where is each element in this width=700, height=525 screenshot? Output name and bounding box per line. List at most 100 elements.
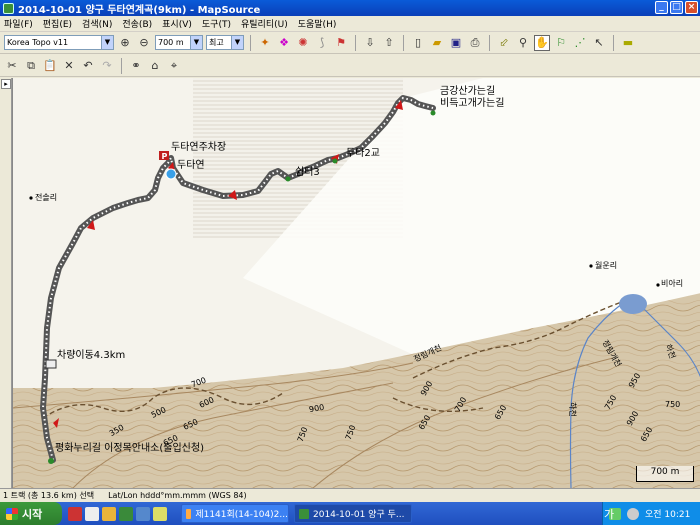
selection-tool-icon[interactable]: ⬃ [496,35,512,51]
cut-icon[interactable]: ✂ [4,58,20,74]
hand-pan-icon[interactable]: ✋ [534,34,550,51]
route-tool-icon[interactable]: ❖ [276,35,292,51]
toolbar-divider [250,34,251,51]
waypoint-tool-icon[interactable]: ✦ [257,35,273,51]
contour-label: 750 [665,400,681,409]
zoom-out-icon[interactable]: ⊖ [136,35,152,51]
quick-launch-app-icon[interactable] [68,506,82,521]
label-dutayeon: 두타연 [177,160,205,171]
toolbar-divider [489,34,490,51]
route-nodes-icon[interactable]: ⋰ [572,35,588,51]
toolbar-divider [121,57,122,74]
map-scale: 700 m [636,466,694,482]
menu-file[interactable]: 파일(F) [4,17,33,30]
measure-ruler-icon[interactable]: ▬ [620,35,636,51]
window-title: 2014-10-01 양구 두타연계곡(9km) - MapSource [18,4,261,16]
left-panel-toggle: ▸ [0,78,12,488]
waypoint-marker[interactable] [285,176,291,182]
quick-launch-app-icon[interactable] [136,506,150,521]
find-recent-icon[interactable]: ⌖ [166,58,182,74]
track-draw-icon[interactable]: ⚑ [333,35,349,51]
minimize-button[interactable]: _ [655,1,668,14]
map-product-select[interactable]: Korea Topo v11 ▼ [4,35,114,50]
quick-launch-app-icon[interactable] [119,506,133,521]
detail-select[interactable]: 최고 ▼ [206,35,244,50]
menu-transfer[interactable]: 전송(B) [122,17,152,30]
receive-from-device-icon[interactable]: ⇩ [362,35,378,51]
mapsource-app-icon [3,2,14,14]
track-tool-icon[interactable]: ✺ [295,35,311,51]
find-binoculars-icon[interactable]: ⚭ [128,58,144,74]
label-route-end-2: 비득고개가는길 [440,98,505,109]
chevron-down-icon: ▼ [231,36,243,49]
map-view[interactable]: P 금강산가는길 비득고개가는길 두타연주차장 두타연 두타2교 쉼터3 전솔리… [12,78,700,488]
quick-launch-app-icon[interactable] [153,506,167,521]
menu-view[interactable]: 표시(V) [162,17,192,30]
window-controls: _ □ × [655,1,698,14]
menu-utilities[interactable]: 유틸리티(U) [241,17,288,30]
copy-icon[interactable]: ⧉ [23,58,39,74]
zoom-in-icon[interactable]: ⊕ [117,35,133,51]
title-bar: 2014-10-01 양구 두타연계곡(9km) - MapSource _ □… [0,0,700,16]
send-to-device-icon[interactable]: ⇧ [381,35,397,51]
quick-launch [68,506,167,521]
toolbar-divider [613,34,614,51]
volume-icon[interactable] [627,507,639,520]
status-selection: 1 트랙 (총 13.6 km) 선택 [3,491,95,500]
menu-help[interactable]: 도움말(H) [298,17,337,30]
maximize-button[interactable]: □ [670,1,683,14]
waypoint-flag-icon[interactable]: ⚐ [553,35,569,51]
windows-taskbar: 시작 제1141회(14-104)2... 2014-10-01 양구 두...… [0,502,700,525]
menu-tools[interactable]: 도구(T) [202,17,231,30]
start-label: 시작 [22,507,43,521]
label-rest: 쉼터3 [295,167,320,178]
status-bar: 1 트랙 (총 13.6 km) 선택 Lat/Lon hddd°mm.mmm … [0,488,700,502]
pointer-icon[interactable]: ↖ [591,35,607,51]
start-button[interactable]: 시작 [0,502,62,525]
toolbar-divider [403,34,404,51]
zoom-tool-icon[interactable]: ⚲ [515,35,531,51]
toolbar-divider [355,34,356,51]
undo-icon[interactable]: ↶ [80,58,96,74]
route-draw-icon[interactable]: ⟆ [314,35,330,51]
lake [619,294,647,314]
menu-edit[interactable]: 편집(E) [43,17,72,30]
car-icon[interactable] [45,359,57,369]
stream-label: 하천 [567,402,577,417]
zoom-level-select[interactable]: 700 m ▼ [155,35,203,50]
waypoint-marker[interactable] [48,458,54,464]
folder-icon [186,508,192,519]
save-icon[interactable]: ▣ [448,35,464,51]
waypoint-marker[interactable] [332,158,338,164]
taskbar-item-mapsource[interactable]: 2014-10-01 양구 두... [294,504,412,523]
redo-icon[interactable]: ↷ [99,58,115,74]
menu-search[interactable]: 검색(N) [82,17,112,30]
detail-value: 최고 [209,38,224,47]
quick-launch-app-icon[interactable] [102,506,116,521]
village-dot [29,196,33,200]
panel-expand-icon[interactable]: ▸ [1,79,11,89]
label-dutagyo: 두타2교 [346,148,380,159]
ime-indicator[interactable]: 가 [598,503,620,524]
village-dot [656,283,660,287]
chevron-down-icon: ▼ [190,36,202,49]
windows-flag-icon [6,507,18,520]
svg-text:P: P [162,152,168,161]
map-product-value: Korea Topo v11 [7,38,69,47]
label-car-move: 차량이동4.3km [57,350,126,361]
find-places-icon[interactable]: ⌂ [147,58,163,74]
open-folder-icon[interactable]: ▰ [429,35,445,51]
waypoint-marker[interactable] [430,110,436,116]
quick-launch-app-icon[interactable] [85,506,99,521]
close-button[interactable]: × [685,1,698,14]
label-start: 평화누리길 이정목안내소(출입신청) [55,443,204,454]
print-icon[interactable]: ⎙ [467,35,483,51]
taskbar-item-explorer[interactable]: 제1141회(14-104)2... [181,504,289,523]
task-label: 제1141회(14-104)2... [195,510,288,520]
dutayeon-pond-icon[interactable] [165,168,177,180]
paste-icon[interactable]: 📋 [42,58,58,74]
clock[interactable]: 오전 10:21 [645,507,690,520]
main-toolbar: Korea Topo v11 ▼ ⊕ ⊖ 700 m ▼ 최고 ▼ ✦ ❖ ✺ … [0,32,700,54]
delete-icon[interactable]: ✕ [61,58,77,74]
new-file-icon[interactable]: ▯ [410,35,426,51]
